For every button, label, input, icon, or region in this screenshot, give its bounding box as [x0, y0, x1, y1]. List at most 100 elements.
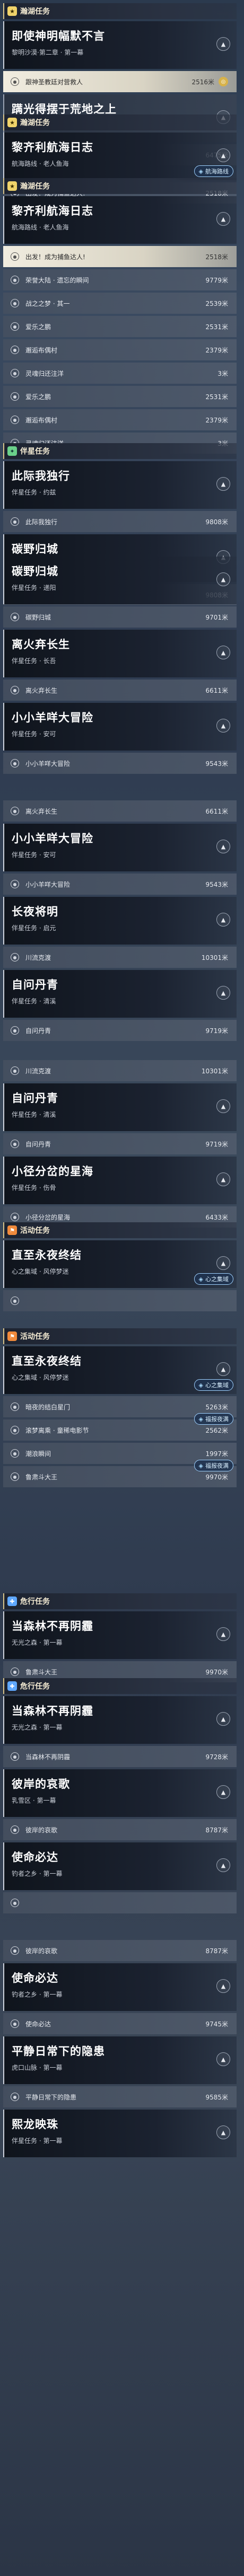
objective-distance: 9719米 [205, 1027, 228, 1035]
mission-card[interactable]: 长夜将明 伴星任务 · 启元 ▲ [3, 897, 237, 945]
quest-tracker-scroll[interactable]: ★ 瀚湖任务 即使神明幅默不言 黎明沙漠·第二章 · 第一幕 ▲ ● 跟神圣教廷对营救人 25… [0, 0, 244, 2576]
chevron-up-icon[interactable]: ▲ [216, 1256, 230, 1270]
objective-distance: 9719米 [205, 1140, 228, 1148]
section-header[interactable]: ✦ 伴星任务 [3, 443, 237, 459]
chevron-up-icon[interactable]: ▲ [216, 477, 230, 491]
objective-distance: 9543米 [205, 760, 228, 767]
mission-title: 直至永夜终结 [12, 1355, 82, 1368]
chevron-up-icon[interactable]: ▲ [216, 1099, 230, 1113]
mission-card[interactable]: 黎齐利航海日志 航海路线 · 老人鱼海 ▲ [3, 196, 237, 244]
section-header[interactable]: ⚑ 活动任务 [3, 1328, 237, 1344]
section-header[interactable]: ⚑ 活动任务 [3, 1222, 237, 1238]
mission-title: 熙龙映珠 [12, 2118, 58, 2131]
objective-row[interactable]: ● [3, 1892, 237, 1913]
chevron-up-icon[interactable]: ▲ [216, 148, 230, 162]
mission-title: 平静日常下的隐患 [12, 2045, 105, 2058]
mission-card[interactable]: 此际我独行 伴星任务 · 约兹 ▲ [3, 461, 237, 509]
objective-row[interactable]: ● 灵魂归还注洋 3米 [3, 363, 237, 384]
mission-card[interactable]: 熙龙映珠 伴星任务 · 第一幕 ▲ [3, 2110, 237, 2157]
objective-row[interactable]: ● 邂逅布偶村 2379米 [3, 409, 237, 430]
chevron-up-icon[interactable]: ▲ [216, 1627, 230, 1641]
objective-row[interactable]: ● 爱乐之鹏 2531米 [3, 316, 237, 337]
objective-row[interactable]: ● 邂逅布偶村 2379米 [3, 339, 237, 360]
mission-card[interactable]: 使命必达 钓者之乡 · 第一幕 ▲ [3, 1963, 237, 2011]
chevron-up-icon[interactable]: ▲ [216, 1712, 230, 1726]
objective-row[interactable]: ● 川流克渡 10301米 [3, 1060, 237, 1081]
pin-icon[interactable]: ◎ [219, 77, 228, 86]
objective-distance: 2539米 [205, 299, 228, 307]
section-header[interactable]: ✚ 危行任务 [3, 1593, 237, 1609]
mission-card[interactable]: 直至永夜终结 心之集域 · 风停梦迷 ▲ ◈ 心之集域 [3, 1346, 237, 1394]
chevron-up-icon[interactable]: ▲ [216, 646, 230, 659]
objective-row[interactable]: ● 自问丹青 9719米 [3, 1133, 237, 1154]
chevron-up-icon[interactable]: ▲ [216, 1172, 230, 1186]
mission-card[interactable]: 小小羊咩大冒险伴星任务 · 安可 ▲ [3, 824, 237, 871]
objective-row[interactable]: ● 出发！成为捕鱼达人! 2518米 [3, 246, 237, 267]
mission-card[interactable]: 碳野归城伴星任务 · 递阳 ▲ [3, 557, 237, 604]
objective-row[interactable]: ● 当森林不再阴霾 9728米 [3, 1746, 237, 1767]
mission-card[interactable]: 彼岸的哀歌 乳雪区 · 第一幕 ▲ [3, 1769, 237, 1817]
objective-label: 爱乐之鹏 [25, 393, 51, 401]
mission-card[interactable]: 离火弃长生 伴星任务 · 长吾 ▲ [3, 630, 237, 677]
chevron-up-icon[interactable]: ▲ [216, 572, 230, 586]
section-header[interactable]: ✚ 危行任务 [3, 1678, 237, 1694]
mission-card[interactable]: 黎齐利航海日志 航海路线 · 老人鱼海 ▲ ◈ 航海路线 [3, 133, 237, 180]
objective-row[interactable]: ● 此际我独行 9808米 [3, 511, 237, 532]
objective-row[interactable]: ● 离火弃长生 6611米 [3, 800, 237, 822]
section-header[interactable]: ★ 瀚湖任务 [3, 178, 237, 194]
objective-row[interactable]: ● 彼岸的哀歌 8787米 [3, 1819, 237, 1840]
chevron-up-icon[interactable]: ▲ [216, 1785, 230, 1799]
objective-label: 跟神圣教廷对营救人 [25, 78, 83, 86]
chevron-up-icon[interactable]: ▲ [216, 1858, 230, 1872]
objective-distance: 2531米 [205, 393, 228, 401]
mission-subtitle: 伴星任务 · 安可 [12, 851, 56, 859]
objective-row[interactable]: ● 小小羊咩大冒险 9543米 [3, 753, 237, 774]
objective-row[interactable]: ● 战之之梦 · 其一 2539米 [3, 293, 237, 314]
chevron-up-icon[interactable]: ▲ [216, 2052, 230, 2066]
flag-icon: ⚑ [7, 1225, 17, 1235]
mission-card[interactable]: 小小羊咩大冒险 伴星任务 · 安可 ▲ [3, 703, 237, 751]
objective-row[interactable]: ● 碳野归城 9701米 [3, 606, 237, 628]
mission-card[interactable]: 自问丹青 伴星任务 · 清溪 ▲ [3, 970, 237, 1018]
mission-card[interactable]: 使命必达 钓者之乡 · 第一幕 ▲ [3, 1842, 237, 1890]
chevron-up-icon[interactable]: ▲ [216, 840, 230, 853]
circle-icon: ● [11, 1296, 19, 1305]
mission-card[interactable]: 直至永夜终结 心之集域 · 风停梦迷 ▲ ◈ 心之集域 [3, 1240, 237, 1288]
mission-card[interactable]: 小径分岔的星海 伴星任务 · 伤骨 ▲ [3, 1157, 237, 1204]
objective-row[interactable]: ● 爱乐之鹏 2531米 [3, 386, 237, 407]
chevron-up-icon[interactable]: ▲ [216, 986, 230, 1000]
objective-row[interactable]: ● [3, 1290, 237, 1311]
chevron-up-icon[interactable]: ▲ [216, 1979, 230, 1993]
objective-row[interactable]: ● 使命必达 9745米 [3, 2013, 237, 2034]
objective-row[interactable]: ● 滚梦离乘 · 童稀电影节 2562米 ◈ 福报夜满 [3, 1413, 237, 1441]
section-header[interactable]: ★ 瀚湖任务 [3, 3, 237, 19]
mission-card[interactable]: 当森林不再阴霾 无光之森 · 第一幕 ▲ [3, 1611, 237, 1659]
objective-label: 鲁肃斗大王 [25, 1668, 58, 1676]
mission-title: 彼岸的哀歌 [12, 1778, 70, 1790]
mission-title: 小小羊咩大冒险 [12, 832, 93, 845]
quest-panel: 碳野归城 伴星任务 · 递阳 ▲ ● 碳野归城 9701米 离火弃长生 伴星任务 · 长吾 ▲ ●… [3, 554, 237, 774]
objective-row[interactable]: ● 跟神圣教廷对营救人 2516米 ◎ [3, 71, 237, 92]
objective-row[interactable]: ● 川流克渡 10301米 [3, 947, 237, 968]
mission-card[interactable]: 自问丹青 伴星任务 · 清溪 ▲ [3, 1083, 237, 1131]
chevron-up-icon[interactable]: ▲ [216, 1362, 230, 1376]
mission-subtitle: 伴星任务 · 清溪 [12, 1111, 56, 1118]
objective-row[interactable]: ● 平静日常下的隐患 9585米 [3, 2086, 237, 2107]
objective-row[interactable]: ● 荣誉大陆 · 遗忘的瞬间 9779米 [3, 269, 237, 290]
quest-panel: ● 川流克渡 10301米 自问丹青 伴星任务 · 清溪 ▲ ● 自问丹青 9719米 小径分岔的… [3, 1058, 237, 1228]
objective-row[interactable]: ● 鲁肃斗大王 9970米 ◈ 福报夜满 [3, 1460, 237, 1487]
mission-card[interactable]: 平静日常下的隐患 虎口山脉 · 第一幕 ▲ [3, 2036, 237, 2084]
event-tag: ◈ 福报夜满 [194, 1413, 233, 1425]
chevron-up-icon[interactable]: ▲ [216, 719, 230, 733]
objective-row[interactable]: ● 小小羊咩大冒险 9543米 [3, 874, 237, 895]
chevron-up-icon[interactable]: ▲ [216, 37, 230, 51]
objective-row[interactable]: ● 彼岸的哀歌 8787米 [3, 1940, 237, 1961]
mission-card[interactable]: 即使神明幅默不言 黎明沙漠·第二章 · 第一幕 ▲ [3, 21, 237, 69]
objective-row[interactable]: ● 自问丹青 9719米 [3, 1020, 237, 1041]
chevron-up-icon[interactable]: ▲ [216, 2125, 230, 2139]
mission-card[interactable]: 当森林不再阴霾 无光之森 · 第一幕 ▲ [3, 1696, 237, 1744]
chevron-up-icon[interactable]: ▲ [216, 212, 230, 226]
objective-row[interactable]: ● 离火弃长生 6611米 [3, 680, 237, 701]
chevron-up-icon[interactable]: ▲ [216, 913, 230, 927]
section-header[interactable]: ★ 瀚湖任务 [3, 114, 237, 130]
